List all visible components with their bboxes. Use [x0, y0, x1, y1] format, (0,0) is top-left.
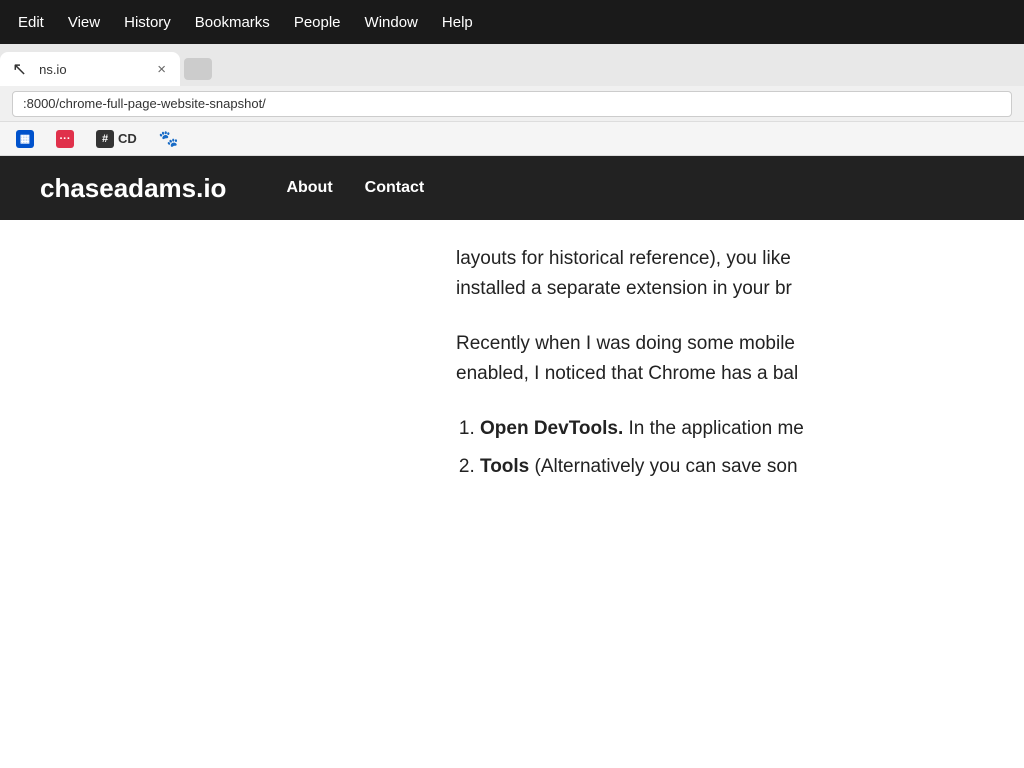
bookmark-trello[interactable]: ▦	[8, 127, 42, 151]
bookmark-hash-cd[interactable]: # CD	[88, 127, 145, 151]
bookmarks-bar: ▦ ··· # CD 🐾	[0, 122, 1024, 156]
menu-help[interactable]: Help	[432, 8, 483, 37]
browser-tab[interactable]: ↖ ns.io ×	[0, 52, 180, 86]
list-item-2-text: (Alternatively you can save son	[529, 456, 797, 477]
menu-bar: Edit View History Bookmarks People Windo…	[0, 0, 1024, 44]
nav-link-contact[interactable]: Contact	[365, 179, 425, 197]
menu-people[interactable]: People	[284, 8, 351, 37]
bookmark-dots[interactable]: ···	[48, 127, 82, 151]
trello-icon: ▦	[16, 130, 34, 148]
tab-title: ns.io	[39, 62, 147, 77]
address-input[interactable]	[12, 91, 1012, 117]
list-item-2: Tools (Alternatively you can save son	[480, 452, 1024, 482]
list-item-1-bold: Open DevTools.	[480, 418, 623, 439]
list-item-1: Open DevTools. In the application me	[480, 414, 1024, 444]
menu-history[interactable]: History	[114, 8, 181, 37]
bookmark-cd-label: CD	[118, 131, 137, 146]
cursor-icon: ↖	[12, 59, 27, 80]
tab-bar: ↖ ns.io ×	[0, 44, 1024, 86]
bookmark-paw[interactable]: 🐾	[151, 126, 187, 152]
address-bar	[0, 86, 1024, 122]
tab-close-button[interactable]: ×	[155, 60, 168, 79]
nav-link-about[interactable]: About	[286, 179, 332, 197]
menu-window[interactable]: Window	[355, 8, 428, 37]
article-paragraph-2: Recently when I was doing some mobile en…	[456, 329, 1024, 390]
article-text: layouts for historical reference), you l…	[456, 244, 1024, 482]
paw-icon: 🐾	[159, 129, 179, 149]
list-item-2-bold: Tools	[480, 456, 529, 477]
site-nav: chaseadams.io About Contact	[0, 156, 1024, 220]
article-list: Open DevTools. In the application me Too…	[480, 414, 1024, 483]
article-area: layouts for historical reference), you l…	[0, 220, 1024, 768]
article-paragraph-1: layouts for historical reference), you l…	[456, 244, 1024, 305]
list-item-1-text: In the application me	[623, 418, 804, 439]
new-tab-button[interactable]	[184, 58, 212, 80]
dots-icon: ···	[56, 130, 74, 148]
menu-edit[interactable]: Edit	[8, 8, 54, 37]
menu-bookmarks[interactable]: Bookmarks	[185, 8, 280, 37]
site-nav-links: About Contact	[286, 179, 424, 197]
menu-view[interactable]: View	[58, 8, 110, 37]
hash-icon: #	[96, 130, 114, 148]
site-logo: chaseadams.io	[40, 173, 226, 204]
